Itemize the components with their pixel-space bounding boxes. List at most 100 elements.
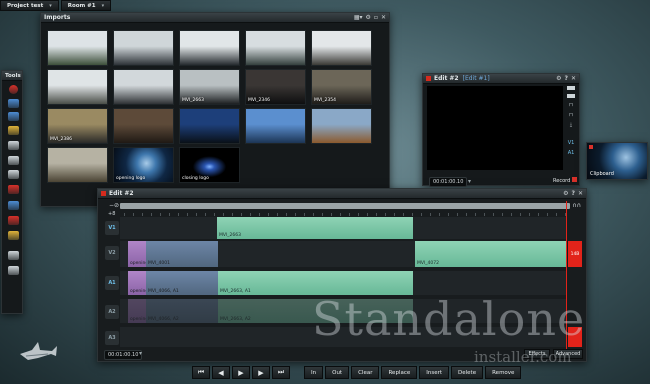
download-icon[interactable]: ⤓	[570, 122, 572, 128]
view-mode-icon[interactable]: ▦▾	[354, 14, 363, 21]
clip-mvi-4066-a2[interactable]: MVI_4066, A2	[146, 299, 218, 323]
print-icon[interactable]	[8, 170, 19, 179]
layout-icon[interactable]	[567, 94, 575, 98]
clip-label: MVI_4072	[417, 261, 439, 266]
media-thumbnail[interactable]: closing logo	[179, 147, 240, 183]
track-label-v1[interactable]: V1	[105, 221, 119, 235]
close-icon[interactable]: ✕	[571, 75, 576, 82]
pin-icon[interactable]: ▫	[374, 14, 378, 21]
bracket-icon[interactable]: ⊓	[569, 112, 573, 118]
film-icon[interactable]	[8, 156, 19, 165]
track-label-v2[interactable]: V2	[105, 246, 119, 260]
clip-opening-audio[interactable]: opening	[128, 271, 148, 295]
zoom-out-icon[interactable]: −⊘	[109, 202, 119, 209]
track-label-a1[interactable]: A1	[105, 276, 119, 290]
monitor-icon[interactable]	[8, 141, 19, 150]
bracket-icon[interactable]: ⊓	[569, 102, 573, 108]
marker-icon[interactable]: ∩∩	[572, 202, 581, 209]
timeline-ruler[interactable]	[124, 213, 570, 216]
clip-opening[interactable]: opening	[128, 241, 148, 267]
step-forward-icon[interactable]: ▶	[252, 366, 270, 379]
arrow-icon[interactable]	[8, 231, 19, 240]
media-thumbnail[interactable]	[47, 147, 108, 183]
clear-button[interactable]: Clear	[351, 366, 380, 379]
step-back-icon[interactable]: ◀	[212, 366, 230, 379]
room-tab[interactable]: Room #1 ▾	[60, 0, 112, 11]
replace-button[interactable]: Replace	[381, 366, 418, 379]
edit2-titlebar[interactable]: Edit #2 [Edit #1] ⚙ ? ✕	[423, 74, 579, 84]
flag-icon[interactable]	[8, 216, 19, 225]
clip-mvi-4066-a1[interactable]: MVI_4066, A1	[146, 271, 218, 295]
layout-icon[interactable]	[567, 86, 575, 90]
track-v2[interactable]: opening MVI_4001 MVI_4072	[120, 241, 567, 267]
clip-mvi-4001[interactable]: MVI_4001	[146, 241, 218, 267]
marker-badge[interactable]: 14B	[568, 241, 582, 267]
media-thumbnail[interactable]: MVI_2346	[245, 69, 306, 105]
help-icon[interactable]: ?	[564, 75, 567, 82]
record-label[interactable]: Record	[553, 178, 570, 184]
help-icon[interactable]: ?	[571, 190, 574, 197]
video-preview[interactable]	[427, 86, 563, 170]
media-thumbnail[interactable]	[311, 108, 372, 144]
media-thumbnail[interactable]	[113, 30, 174, 66]
record-icon[interactable]	[9, 85, 18, 94]
out-button[interactable]: Out	[325, 366, 350, 379]
tools-titlebar[interactable]: Tools	[2, 71, 22, 81]
media-thumbnail[interactable]	[113, 69, 174, 105]
media-thumbnail[interactable]	[47, 69, 108, 105]
clip-opening-audio-2[interactable]: opening	[128, 299, 148, 323]
timeline-titlebar[interactable]: Edit #2 ⚙ ? ✕	[98, 189, 586, 199]
export-icon[interactable]	[8, 201, 19, 210]
edit2-timecode[interactable]: 00:01:00.10	[429, 177, 468, 187]
chevron-down-icon[interactable]: ▾	[139, 350, 142, 357]
track-label-a3[interactable]: A3	[105, 331, 119, 345]
edit2-viewer-panel: Edit #2 [Edit #1] ⚙ ? ✕ ⊓ ⊓ ⤓ V1 A1 00:0…	[422, 73, 580, 187]
media-thumbnail[interactable]: opening logo	[113, 147, 174, 183]
media-thumbnail[interactable]	[245, 108, 306, 144]
track-label-a2[interactable]: A2	[105, 305, 119, 319]
media-thumbnail[interactable]	[179, 108, 240, 144]
settings-icon[interactable]: ⚙	[563, 190, 568, 197]
media-thumbnail[interactable]	[47, 30, 108, 66]
home-icon[interactable]	[8, 251, 19, 260]
settings-icon[interactable]: ⚙	[556, 75, 561, 82]
timeline-timecode[interactable]: 00:01:00.10	[104, 350, 143, 360]
clip-mvi-2663[interactable]: MVI_2663	[217, 217, 413, 239]
chevron-down-icon[interactable]: ▾	[102, 3, 105, 9]
settings-icon[interactable]: ⚙	[366, 14, 371, 21]
media-thumbnail[interactable]: MVI_2354	[311, 69, 372, 105]
folder-icon[interactable]	[8, 126, 19, 135]
close-icon[interactable]: ✕	[381, 14, 386, 21]
media-thumbnail[interactable]: MVI_2663	[179, 69, 240, 105]
grid-icon[interactable]	[8, 185, 19, 194]
trash-icon[interactable]	[8, 266, 19, 275]
timeline-scrubber[interactable]	[120, 203, 570, 209]
project-tab[interactable]: Project test ▾	[0, 0, 59, 11]
clipboard-panel[interactable]: Clipboard	[586, 142, 648, 180]
track-v1[interactable]: MVI_2663	[120, 217, 566, 239]
media-thumbnail[interactable]	[311, 30, 372, 66]
in-button[interactable]: In	[304, 366, 324, 379]
strip-label-a1[interactable]: A1	[568, 150, 575, 156]
record-button-icon[interactable]	[572, 177, 577, 182]
media-thumbnail[interactable]: MVI_2386	[47, 108, 108, 144]
timeline-title: Edit #2	[109, 190, 134, 197]
chevron-down-icon[interactable]: ▾	[468, 178, 471, 185]
media-thumbnail[interactable]	[245, 30, 306, 66]
close-icon[interactable]: ✕	[578, 190, 583, 197]
edit2-tab-label[interactable]: [Edit #1]	[463, 75, 490, 82]
insert-button[interactable]: Insert	[419, 366, 450, 379]
media-thumbnail[interactable]	[113, 108, 174, 144]
capture-icon[interactable]	[8, 99, 19, 108]
imports-titlebar[interactable]: Imports ▦▾ ⚙ ▫ ✕	[41, 13, 389, 23]
remove-button[interactable]: Remove	[485, 366, 522, 379]
media-thumbnail[interactable]	[179, 30, 240, 66]
delete-button[interactable]: Delete	[451, 366, 484, 379]
clip-mvi-4072[interactable]: MVI_4072	[415, 241, 567, 267]
strip-label-v1[interactable]: V1	[568, 140, 575, 146]
jump-start-icon[interactable]: ⏮	[192, 366, 210, 379]
jump-end-icon[interactable]: ⏭	[272, 366, 290, 379]
list-icon[interactable]	[8, 112, 19, 121]
play-icon[interactable]: ▶	[232, 366, 250, 379]
chevron-down-icon[interactable]: ▾	[49, 3, 52, 9]
